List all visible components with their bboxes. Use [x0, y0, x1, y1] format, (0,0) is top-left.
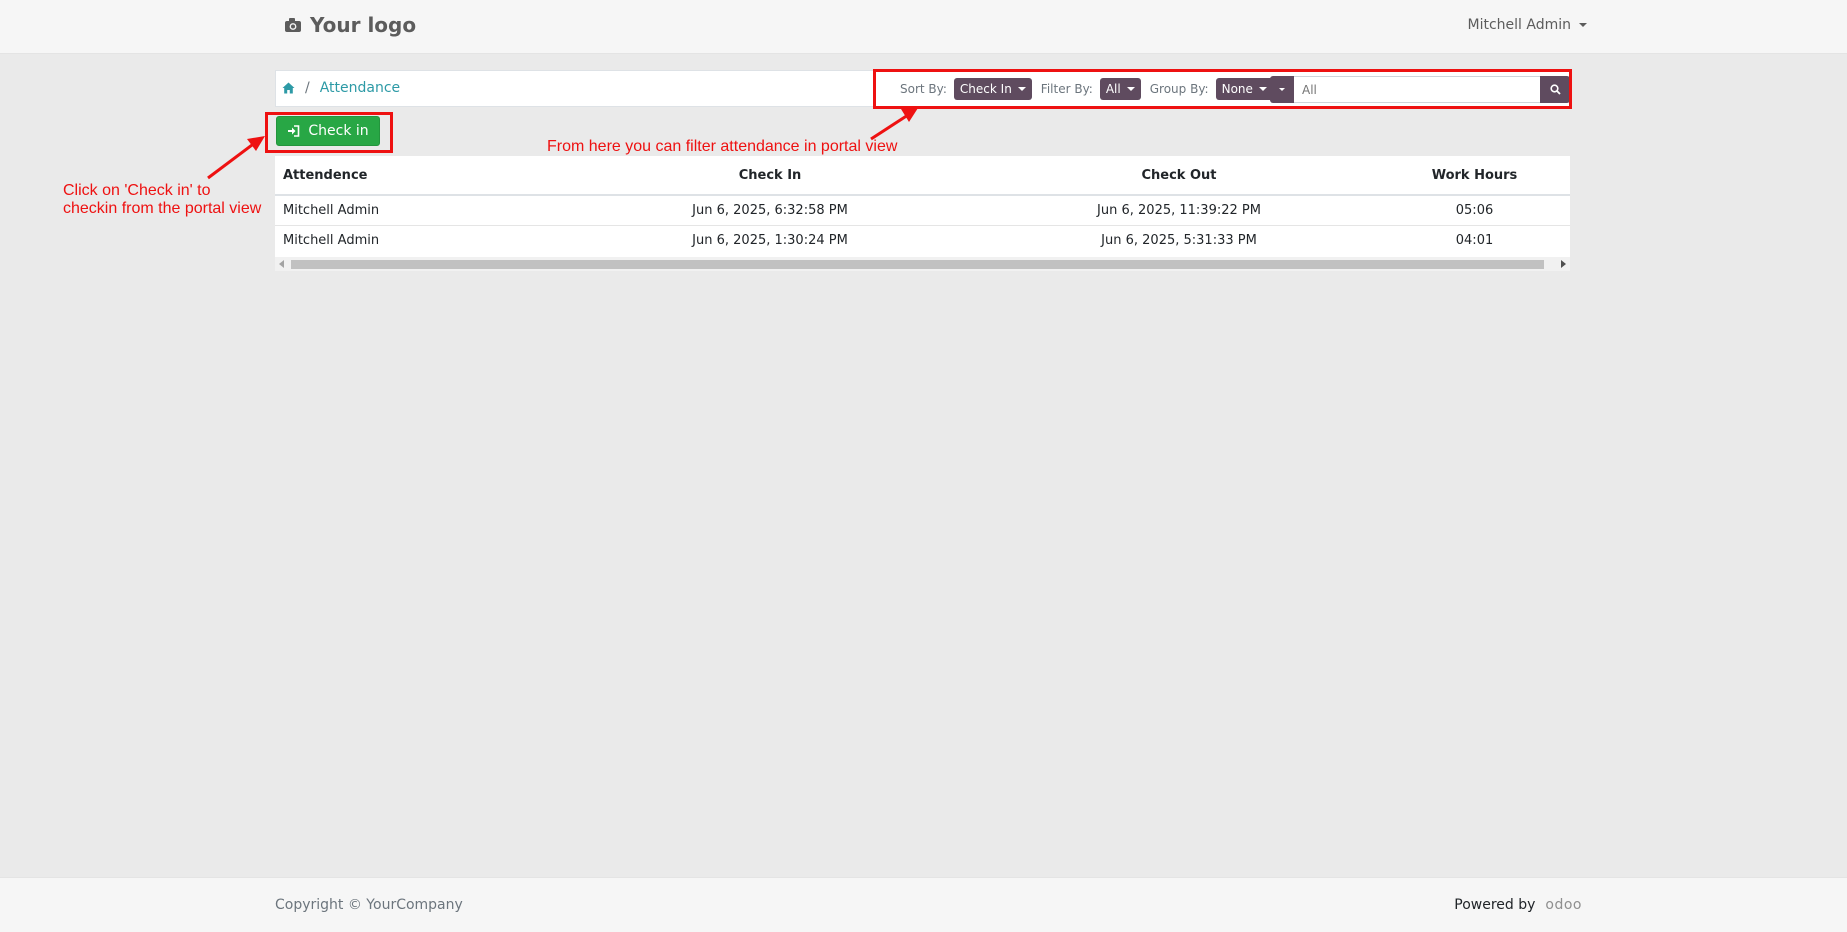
- annotation-line-2: checkin from the portal view: [63, 200, 262, 217]
- annotation-arrows: [207, 108, 918, 180]
- arrow-head-filters: [901, 108, 918, 122]
- annotation-line-1: Click on 'Check in' to: [63, 182, 211, 199]
- annotation-filter-note: From here you can filter attendance in p…: [547, 138, 898, 155]
- powered-by[interactable]: Powered by odoo: [1454, 897, 1582, 913]
- copyright-text: Copyright © YourCompany: [275, 897, 463, 913]
- arrow-to-check-in: [207, 140, 257, 180]
- footer: Copyright © YourCompany Powered by odoo: [0, 877, 1847, 932]
- powered-by-label: Powered by: [1454, 897, 1536, 913]
- annotation-check-in-note: Click on 'Check in' to checkin from the …: [63, 182, 261, 218]
- arrow-to-filters: [870, 113, 909, 141]
- arrow-head-check-in: [247, 136, 265, 151]
- odoo-logo: odoo: [1545, 897, 1582, 913]
